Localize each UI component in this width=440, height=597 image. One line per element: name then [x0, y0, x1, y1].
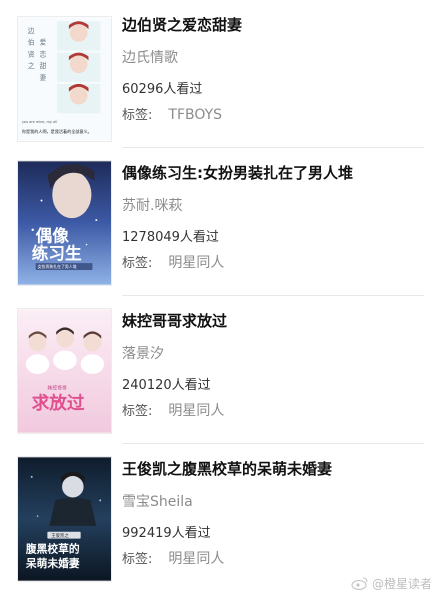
watermark-text: @橙星读者	[371, 576, 432, 591]
tag-value-1: TFBOYS	[168, 107, 223, 123]
book-list: 边 伯 贤 之 爱 恋 甜 妻 you are mine, my all 你是我…	[0, 0, 440, 597]
book-views-4: 992419人看过	[122, 526, 211, 541]
book-title-4[interactable]: 王俊凯之腹黑校草的呆萌未婚妻	[122, 458, 426, 479]
book-item-1[interactable]: 边 伯 贤 之 爱 恋 甜 妻 you are mine, my all 你是我…	[0, 0, 440, 148]
tag-label-4: 标签:	[122, 552, 153, 567]
cover-2-subtitle: 女扮男装扎在了男人堆	[38, 264, 77, 269]
tag-label-3: 标签:	[122, 404, 153, 419]
cover-4-title-1: 腹黑校草的	[26, 542, 80, 555]
cover-art-3: 妹控哥哥 求放过	[18, 309, 111, 433]
book-item-3[interactable]: 妹控哥哥 求放过 妹控哥哥求放过 落景汐 240120人看过 标签: 明星同人	[0, 296, 440, 444]
book-views-1: 60296人看过	[122, 82, 203, 97]
book-tag-2: 标签: 明星同人	[122, 252, 224, 272]
book-item-4[interactable]: 王俊凯之 腹黑校草的 呆萌未婚妻 王俊凯之腹黑校草的呆萌未婚妻 雪宝Sheila…	[0, 444, 440, 592]
svg-text:伯: 伯	[28, 38, 35, 47]
book-tag-3: 标签: 明星同人	[122, 400, 224, 420]
book-tag-1: 标签: TFBOYS	[122, 104, 222, 123]
book-author-1: 边氏情歌	[122, 50, 178, 66]
book-item-2[interactable]: 偶像 练习生 女扮男装扎在了男人堆 偶像练习生:女扮男装扎在了男人堆 苏耐.咪萩…	[0, 148, 440, 296]
tag-value-4: 明星同人	[168, 551, 225, 567]
book-cover-1[interactable]: 边 伯 贤 之 爱 恋 甜 妻 you are mine, my all 你是我…	[17, 16, 112, 142]
svg-text:妻: 妻	[40, 73, 47, 82]
book-views-3: 240120人看过	[122, 378, 211, 393]
svg-text:之: 之	[28, 61, 35, 70]
svg-text:恋: 恋	[40, 49, 47, 58]
tag-label-2: 标签:	[122, 256, 153, 271]
cover-4-small: 王俊凯之	[51, 532, 69, 539]
book-tag-4: 标签: 明星同人	[122, 548, 224, 568]
book-author-3: 落景汐	[122, 346, 164, 362]
book-title-2[interactable]: 偶像练习生:女扮男装扎在了男人堆	[122, 162, 426, 183]
svg-text:甜: 甜	[40, 61, 47, 70]
cover-art-4: 王俊凯之 腹黑校草的 呆萌未婚妻	[18, 457, 111, 581]
cover-3-small: 妹控哥哥	[47, 385, 67, 392]
cover-art-1: 边 伯 贤 之 爱 恋 甜 妻 you are mine, my all 你是我…	[18, 17, 111, 141]
book-title-1[interactable]: 边伯贤之爱恋甜妻	[122, 14, 426, 35]
tag-value-3: 明星同人	[168, 403, 225, 419]
book-cover-3[interactable]: 妹控哥哥 求放过	[17, 308, 112, 434]
book-author-4: 雪宝Sheila	[122, 494, 193, 510]
cover-1-small-text: you are mine, my all	[22, 120, 57, 124]
tag-value-2: 明星同人	[168, 255, 225, 271]
book-cover-4[interactable]: 王俊凯之 腹黑校草的 呆萌未婚妻	[17, 456, 112, 582]
cover-1-caption: 你是我的人啊，是我活着的全部意义。	[22, 128, 92, 134]
book-title-3[interactable]: 妹控哥哥求放过	[122, 310, 426, 331]
cover-4-title-2: 呆萌未婚妻	[25, 557, 80, 570]
tag-label-1: 标签:	[122, 108, 153, 123]
cover-1-title-1: 边	[28, 26, 35, 35]
svg-text:爱: 爱	[40, 39, 47, 47]
book-author-2: 苏耐.咪萩	[122, 198, 183, 214]
svg-text:练习生: 练习生	[32, 243, 82, 263]
cover-3-title: 求放过	[32, 393, 85, 414]
book-views-2: 1278049人看过	[122, 230, 219, 245]
cover-art-2: 偶像 练习生 女扮男装扎在了男人堆	[18, 161, 111, 285]
svg-text:贤: 贤	[28, 49, 35, 58]
weibo-icon	[351, 577, 368, 590]
book-cover-2[interactable]: 偶像 练习生 女扮男装扎在了男人堆	[17, 160, 112, 286]
watermark: @橙星读者	[351, 574, 432, 592]
